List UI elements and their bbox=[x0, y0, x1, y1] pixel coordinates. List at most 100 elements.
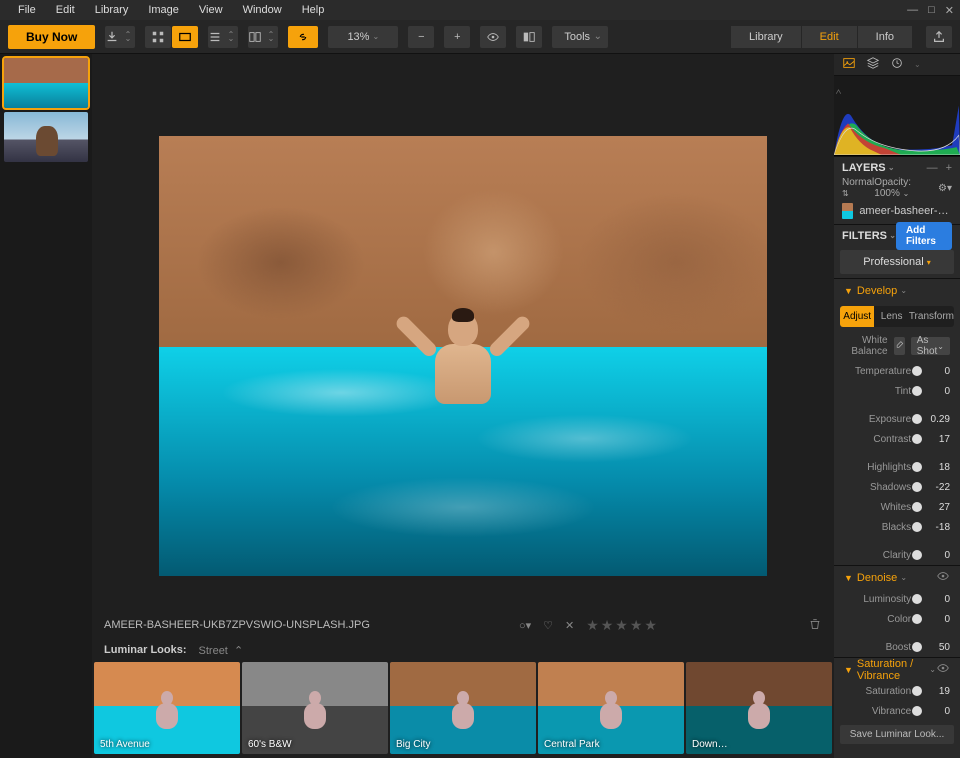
before-after-button[interactable] bbox=[516, 26, 542, 48]
maximize-icon[interactable]: □ bbox=[928, 4, 935, 17]
whites-value[interactable]: 27 bbox=[923, 502, 950, 513]
eyedropper-icon bbox=[894, 341, 904, 351]
color-label: Color bbox=[844, 614, 911, 625]
whites-label: Whites bbox=[844, 502, 911, 513]
filter-satvib-header[interactable]: ▼Saturation / Vibrance ⌄ bbox=[834, 657, 960, 681]
look-label: Big City bbox=[396, 739, 430, 750]
minimize-icon[interactable]: — bbox=[907, 4, 918, 17]
look-preset-4[interactable]: Central Park bbox=[538, 662, 684, 754]
eye-icon[interactable] bbox=[936, 661, 950, 678]
preview-toggle-button[interactable] bbox=[480, 26, 506, 48]
list-dropdown-button[interactable]: ⌃⌄ bbox=[208, 26, 238, 48]
look-label: 5th Avenue bbox=[100, 739, 150, 750]
workspace-selector[interactable]: Professional ▾ bbox=[840, 250, 954, 274]
luminosity-value[interactable]: 0 bbox=[923, 594, 950, 605]
boost-value[interactable]: 50 bbox=[923, 642, 950, 653]
image-props-icon[interactable] bbox=[842, 56, 856, 73]
look-preset-5[interactable]: Down… bbox=[686, 662, 832, 754]
shadows-value[interactable]: -22 bbox=[923, 482, 950, 493]
menu-help[interactable]: Help bbox=[292, 4, 335, 16]
menu-image[interactable]: Image bbox=[138, 4, 189, 16]
temperature-value[interactable]: 0 bbox=[923, 366, 950, 377]
highlights-value[interactable]: 18 bbox=[923, 462, 950, 473]
develop-tab-adjust[interactable]: Adjust bbox=[840, 306, 874, 327]
thumbnail-1[interactable] bbox=[4, 58, 88, 108]
canvas-area: AMEER-BASHEER-UKB7ZPVSWIO-UNSPLASH.JPG ○… bbox=[92, 54, 834, 758]
wb-label: White Balance bbox=[844, 335, 888, 357]
trash-icon[interactable] bbox=[808, 617, 822, 634]
save-luminar-look-button[interactable]: Save Luminar Look... bbox=[840, 725, 954, 744]
menu-view[interactable]: View bbox=[189, 4, 233, 16]
layer-thumbnail bbox=[842, 203, 853, 219]
tab-info[interactable]: Info bbox=[858, 26, 912, 48]
filter-develop-header[interactable]: ▼Develop ⌄ bbox=[834, 278, 960, 302]
contrast-value[interactable]: 17 bbox=[923, 434, 950, 445]
single-view-button[interactable] bbox=[172, 26, 198, 48]
develop-tab-transform[interactable]: Transform bbox=[909, 306, 954, 327]
link-button[interactable] bbox=[288, 26, 318, 48]
color-value[interactable]: 0 bbox=[923, 614, 950, 625]
rectangle-icon bbox=[178, 30, 192, 44]
close-icon[interactable]: ✕ bbox=[945, 4, 954, 17]
blend-mode-selector[interactable]: Normal ⇅ bbox=[842, 177, 874, 199]
menu-window[interactable]: Window bbox=[233, 4, 292, 16]
layer-row[interactable]: ameer-basheer-UKB7zPVswIo-uns... bbox=[834, 198, 960, 224]
tab-library[interactable]: Library bbox=[731, 26, 801, 48]
zoom-value: 13% bbox=[347, 31, 369, 43]
collapse-icon[interactable]: — bbox=[927, 162, 938, 174]
look-preset-2[interactable]: 60's B&W bbox=[242, 662, 388, 754]
thumbnail-2[interactable] bbox=[4, 112, 88, 162]
add-layer-icon[interactable]: + bbox=[946, 162, 952, 174]
main-photo bbox=[159, 136, 767, 576]
layers-title: LAYERS bbox=[842, 162, 886, 174]
buy-now-button[interactable]: Buy Now bbox=[8, 25, 95, 49]
share-button[interactable] bbox=[926, 26, 952, 48]
filter-denoise-header[interactable]: ▼Denoise ⌄ bbox=[834, 565, 960, 589]
saturation-value[interactable]: 19 bbox=[923, 686, 950, 697]
export-button[interactable]: ⌃⌄ bbox=[105, 26, 135, 48]
clarity-value[interactable]: 0 bbox=[923, 550, 950, 561]
reject-icon[interactable]: ✕ bbox=[565, 619, 574, 632]
flag-icon[interactable]: ○▾ bbox=[519, 619, 531, 632]
histogram[interactable] bbox=[834, 76, 960, 156]
temperature-label: Temperature bbox=[844, 366, 911, 377]
split-view-icon bbox=[248, 30, 262, 44]
look-preset-3[interactable]: Big City bbox=[390, 662, 536, 754]
menu-edit[interactable]: Edit bbox=[46, 4, 85, 16]
image-viewer[interactable] bbox=[92, 54, 834, 612]
develop-tab-lens[interactable]: Lens bbox=[874, 306, 908, 327]
look-preset-1[interactable]: 5th Avenue bbox=[94, 662, 240, 754]
exposure-value[interactable]: 0.29 bbox=[923, 414, 950, 425]
clarity-label: Clarity bbox=[844, 550, 911, 561]
zoom-out-button[interactable]: − bbox=[408, 26, 434, 48]
layers-icon[interactable] bbox=[866, 56, 880, 73]
compare-dropdown-button[interactable]: ⌃⌄ bbox=[248, 26, 278, 48]
blacks-value[interactable]: -18 bbox=[923, 522, 950, 533]
eye-icon[interactable] bbox=[936, 569, 950, 586]
favorite-icon[interactable]: ♡ bbox=[543, 619, 553, 632]
tools-dropdown[interactable]: Tools bbox=[552, 26, 608, 48]
history-icon[interactable] bbox=[890, 56, 904, 73]
wb-preset-dropdown[interactable]: As Shot⌄ bbox=[911, 337, 950, 355]
eyedropper-button[interactable] bbox=[894, 337, 905, 355]
tab-edit[interactable]: Edit bbox=[802, 26, 857, 48]
looks-category-selector[interactable]: Street ⌃ bbox=[199, 644, 244, 657]
rating-stars[interactable]: ★★★★★ bbox=[586, 617, 659, 634]
menu-file[interactable]: File bbox=[8, 4, 46, 16]
zoom-display[interactable]: 13% ⌄ bbox=[328, 26, 398, 48]
grid-icon bbox=[151, 30, 165, 44]
layers-section-header[interactable]: LAYERS ⌄ — + bbox=[834, 156, 960, 178]
grid-view-button[interactable] bbox=[145, 26, 171, 48]
filters-section-header[interactable]: FILTERS ⌄ Add Filters bbox=[834, 224, 960, 246]
exposure-label: Exposure bbox=[844, 414, 911, 425]
menu-library[interactable]: Library bbox=[85, 4, 139, 16]
add-filters-button[interactable]: Add Filters bbox=[896, 222, 952, 250]
file-info-bar: AMEER-BASHEER-UKB7ZPVSWIO-UNSPLASH.JPG ○… bbox=[92, 612, 834, 638]
looks-header: Luminar Looks: Street ⌃ bbox=[92, 638, 834, 662]
vibrance-value[interactable]: 0 bbox=[923, 706, 950, 717]
boost-label: Boost bbox=[844, 642, 911, 653]
zoom-in-button[interactable]: + bbox=[444, 26, 470, 48]
layer-settings-icon[interactable]: ⚙▾ bbox=[938, 183, 952, 194]
tint-value[interactable]: 0 bbox=[923, 386, 950, 397]
looks-title: Luminar Looks: bbox=[104, 644, 187, 656]
